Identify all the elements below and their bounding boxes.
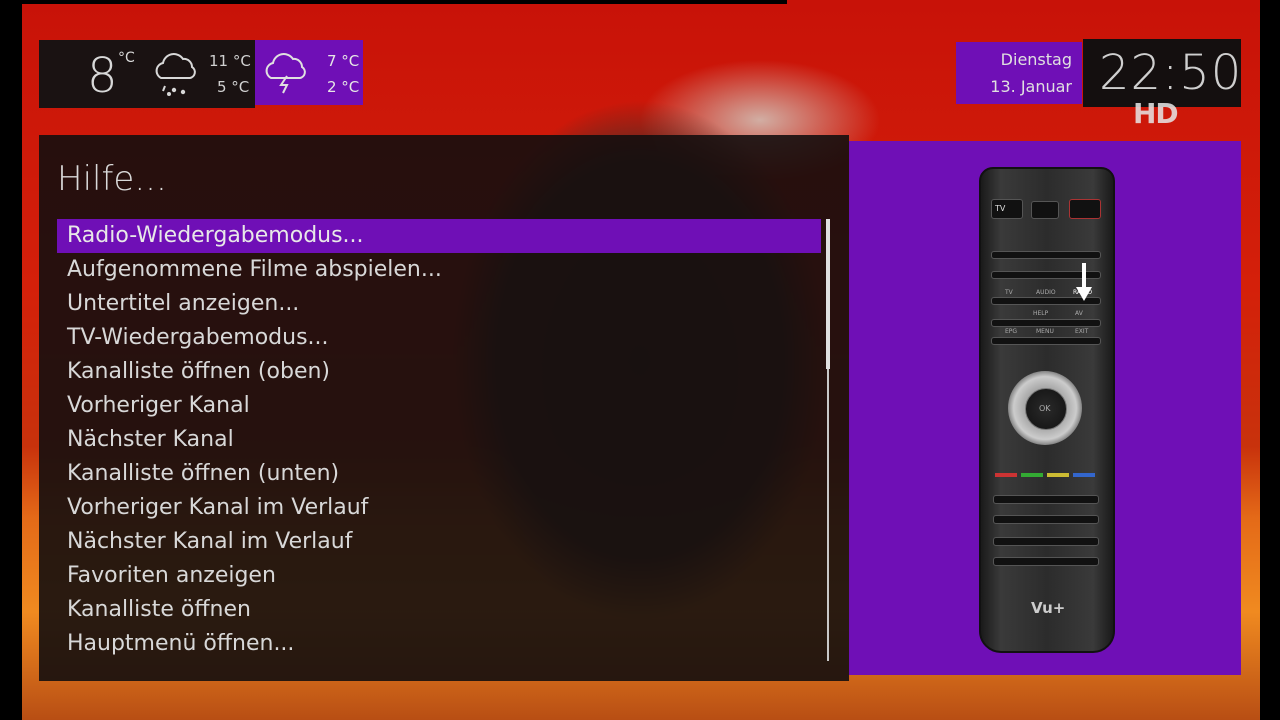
today-high-temp: 11 °C bbox=[209, 52, 251, 70]
list-item[interactable]: Kanalliste öffnen (oben) bbox=[57, 355, 821, 389]
numpad-row-image bbox=[993, 515, 1099, 524]
help-menu-panel: Hilfe... Radio-Wiedergabemodus... Aufgen… bbox=[39, 135, 849, 681]
list-item[interactable]: Nächster Kanal im Verlauf bbox=[57, 525, 821, 559]
remote-label-av: AV bbox=[1075, 310, 1083, 317]
help-action-list: Radio-Wiedergabemodus... Aufgenommene Fi… bbox=[57, 219, 821, 661]
current-temperature: 8 bbox=[87, 48, 118, 104]
weather-forecast-panel: 7 °C 2 °C bbox=[255, 40, 363, 105]
back-button-image bbox=[1031, 201, 1059, 219]
clock-time: 22:50 bbox=[1099, 45, 1243, 101]
remote-label-epg: EPG bbox=[1005, 328, 1018, 335]
tomorrow-high-temp: 7 °C bbox=[327, 52, 360, 70]
list-item[interactable]: Untertitel anzeigen... bbox=[57, 287, 821, 321]
thunderstorm-cloud-icon bbox=[265, 53, 306, 94]
remote-label-menu: MENU bbox=[1036, 328, 1054, 335]
hd-channel-badge: HD bbox=[1133, 97, 1179, 130]
remote-label-ok: OK bbox=[1039, 404, 1051, 413]
arrow-down-icon bbox=[1076, 263, 1092, 301]
media-row-image bbox=[991, 319, 1101, 327]
list-item[interactable]: TV-Wiedergabemodus... bbox=[57, 321, 821, 355]
scrollbar-thumb[interactable] bbox=[826, 219, 830, 369]
green-key-image bbox=[1021, 473, 1043, 477]
remote-label-help: HELP bbox=[1033, 310, 1049, 317]
remote-label-tv-mode: TV bbox=[1005, 289, 1013, 296]
blue-key-image bbox=[1073, 473, 1095, 477]
yellow-key-image bbox=[1047, 473, 1069, 477]
remote-label-exit: EXIT bbox=[1075, 328, 1089, 335]
date-panel: Dienstag 13. Januar bbox=[956, 42, 1082, 104]
remote-brand-logo: Vu+ bbox=[1031, 599, 1066, 617]
remote-label-audio: AUDIO bbox=[1036, 289, 1056, 296]
today-low-temp: 5 °C bbox=[217, 78, 250, 96]
list-item[interactable]: Favoriten anzeigen bbox=[57, 559, 821, 593]
weather-current-panel: 8 °C 11 °C 5 °C bbox=[39, 40, 255, 108]
list-item[interactable]: Kanalliste öffnen bbox=[57, 593, 821, 627]
list-item[interactable]: Nächster Kanal bbox=[57, 423, 821, 457]
numpad-row-image bbox=[993, 537, 1099, 546]
list-item[interactable]: Vorheriger Kanal im Verlauf bbox=[57, 491, 821, 525]
numpad-row-image bbox=[993, 495, 1099, 504]
remote-control-image: TV TV AUDIO RADIO HELP AV EPG MENU EXIT … bbox=[979, 167, 1115, 653]
media-row-image bbox=[991, 251, 1101, 259]
remote-control-panel: TV TV AUDIO RADIO HELP AV EPG MENU EXIT … bbox=[849, 141, 1241, 675]
date-label: 13. Januar bbox=[990, 77, 1072, 96]
temperature-unit: °C bbox=[118, 50, 135, 66]
remote-label-tv: TV bbox=[995, 204, 1006, 213]
list-item[interactable]: Kanalliste öffnen (unten) bbox=[57, 457, 821, 491]
red-key-image bbox=[995, 473, 1017, 477]
list-item[interactable]: Aufgenommene Filme abspielen... bbox=[57, 253, 821, 287]
tomorrow-low-temp: 2 °C bbox=[327, 78, 360, 96]
list-item[interactable]: Hauptmenü öffnen... bbox=[57, 627, 821, 661]
weekday-label: Dienstag bbox=[1000, 50, 1072, 69]
top-border bbox=[22, 0, 787, 4]
power-button-image bbox=[1069, 199, 1101, 219]
menu-title: Hilfe... bbox=[57, 159, 167, 199]
numpad-row-image bbox=[993, 557, 1099, 566]
menu-row-image bbox=[991, 337, 1101, 345]
list-item[interactable]: Radio-Wiedergabemodus... bbox=[57, 219, 821, 253]
list-item[interactable]: Vorheriger Kanal bbox=[57, 389, 821, 423]
rain-cloud-icon bbox=[155, 53, 196, 96]
